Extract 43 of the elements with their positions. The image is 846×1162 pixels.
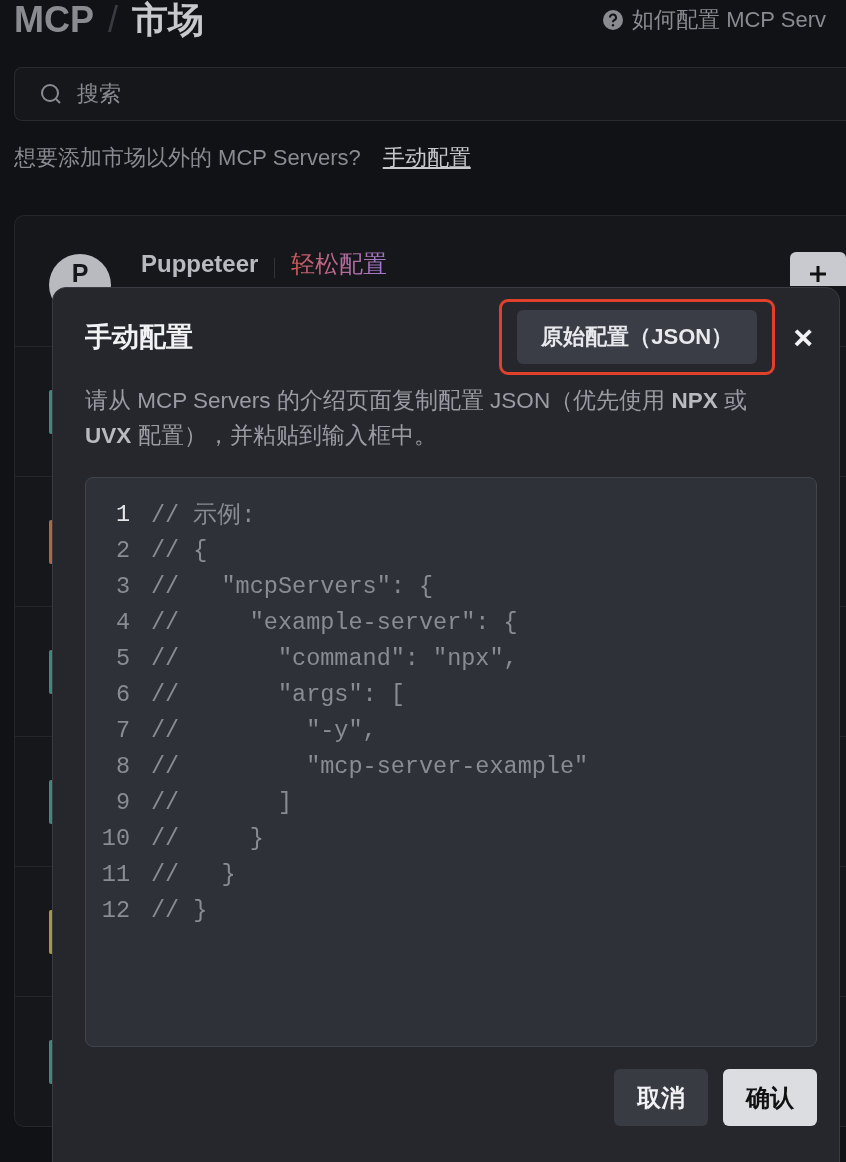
- code-line: // }: [151, 896, 208, 924]
- code-line: // "example-server": {: [151, 608, 518, 636]
- plus-icon: [808, 264, 828, 284]
- line-number: 11: [100, 860, 130, 888]
- code-line: // "mcp-server-example": [151, 752, 589, 780]
- line-number: 12: [100, 896, 130, 924]
- search-icon: [40, 83, 62, 105]
- code-line: // "args": [: [151, 680, 405, 708]
- help-icon: [602, 9, 625, 31]
- search-field[interactable]: 搜索: [14, 67, 846, 121]
- line-number: 5: [114, 644, 130, 672]
- code-line: // {: [151, 536, 208, 564]
- line-number: 6: [114, 680, 130, 708]
- server-name: Puppeteer: [141, 250, 259, 278]
- code-line: // }: [151, 860, 236, 888]
- confirm-button[interactable]: 确认: [723, 1069, 817, 1126]
- help-link[interactable]: 如何配置 MCP Serv: [602, 5, 826, 35]
- code-editor[interactable]: 1 // 示例: 2 // { 3 // "mcpServers": { 4 // "example-server": { 5 // "command": "npx", 6 // "args": [ 7 // "-y", 8 // "mcp-server-example" 9 // ] 10 // } 11 // } 12 // }: [85, 477, 817, 1047]
- code-line: // "command": "npx",: [151, 644, 518, 672]
- manual-config-link[interactable]: 手动配置: [382, 143, 471, 173]
- hint-text: 想要添加市场以外的 MCP Servers?: [14, 144, 361, 172]
- code-line: // }: [151, 824, 264, 852]
- cancel-button[interactable]: 取消: [614, 1069, 708, 1126]
- code-line: // "mcpServers": {: [151, 572, 434, 600]
- line-number: 1: [114, 500, 130, 528]
- code-line: // ]: [151, 788, 293, 816]
- page-title: MCP: [14, 0, 94, 41]
- code-line: // "-y",: [151, 716, 377, 744]
- line-number: 9: [114, 788, 130, 816]
- line-number: 7: [114, 716, 130, 744]
- raw-config-button[interactable]: 原始配置（JSON）: [517, 310, 758, 364]
- line-number: 10: [100, 824, 130, 852]
- line-number: 2: [114, 536, 130, 564]
- add-button[interactable]: [790, 252, 846, 286]
- breadcrumb-separator: /: [108, 0, 118, 41]
- close-button[interactable]: ×: [789, 317, 817, 357]
- line-number: 4: [114, 608, 130, 636]
- dialog-description: 请从 MCP Servers 的介绍页面复制配置 JSON（优先使用 NPX 或 UVX 配置），并粘贴到输入框中。: [85, 387, 748, 450]
- dialog-title: 手动配置: [85, 321, 193, 354]
- page-subtitle: 市场: [132, 0, 204, 42]
- line-number: 8: [114, 752, 130, 780]
- line-number: 3: [114, 572, 130, 600]
- code-line: // 示例:: [151, 501, 256, 530]
